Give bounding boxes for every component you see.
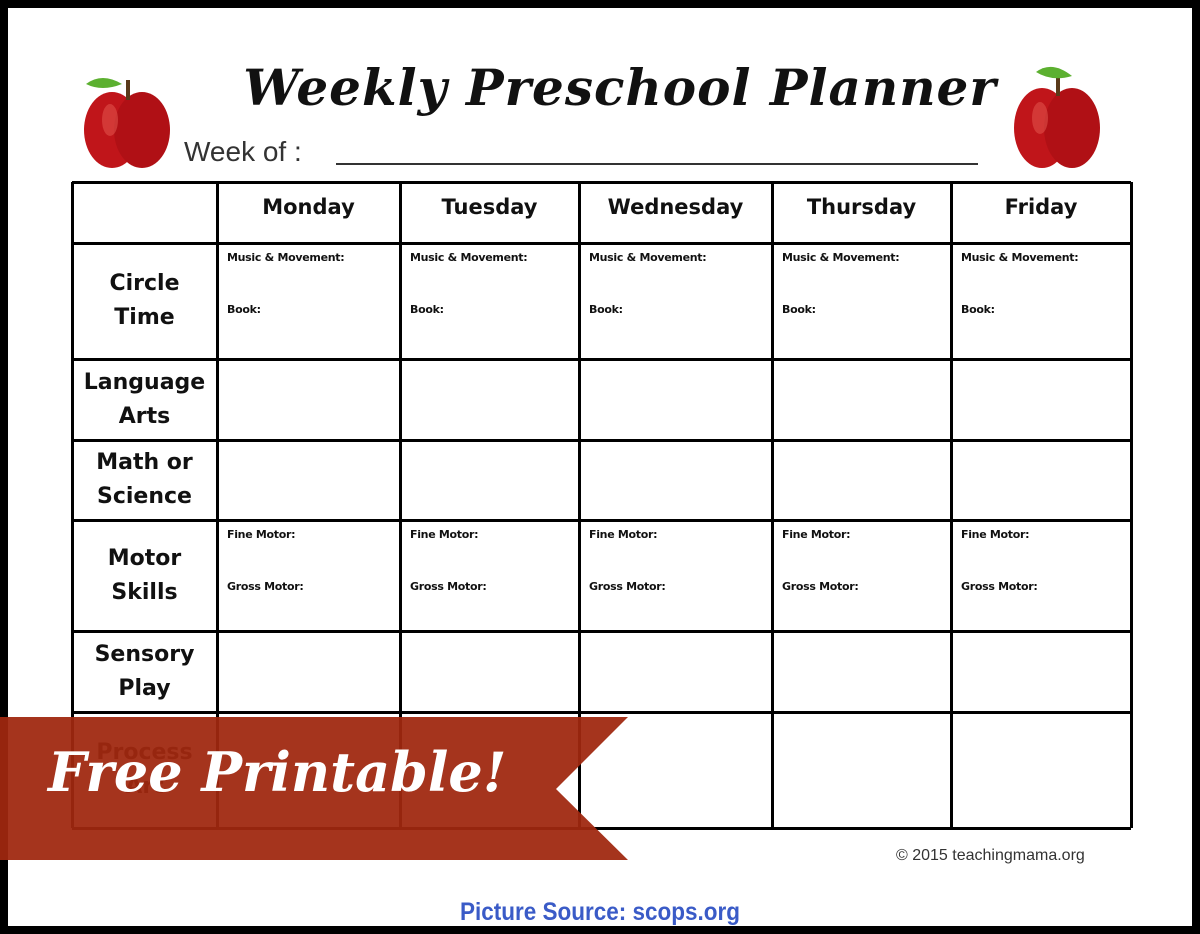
planner-cell[interactable] bbox=[951, 440, 1131, 520]
field-label: Gross Motor: bbox=[589, 580, 666, 593]
page-title: Weekly Preschool Planner bbox=[243, 58, 997, 117]
copyright: © 2015 teachingmama.org bbox=[896, 847, 1085, 864]
field-label: Book: bbox=[961, 303, 995, 316]
row-label: Motor Skills bbox=[107, 545, 182, 605]
field-label: Gross Motor: bbox=[227, 580, 304, 593]
field-label: Fine Motor: bbox=[410, 528, 479, 541]
planner-cell[interactable]: Music & Movement: Book: bbox=[772, 243, 951, 359]
week-of-label: Week of : bbox=[184, 136, 302, 167]
planner-cell[interactable] bbox=[772, 631, 951, 712]
banner-text: Free Printable! bbox=[48, 740, 507, 804]
planner-cell[interactable] bbox=[951, 631, 1131, 712]
planner-cell[interactable]: Fine Motor: Gross Motor: bbox=[217, 520, 400, 631]
planner-cell[interactable] bbox=[217, 631, 400, 712]
field-label: Book: bbox=[410, 303, 444, 316]
planner-cell[interactable]: Music & Movement: Book: bbox=[217, 243, 400, 359]
day-header: Friday bbox=[1004, 195, 1078, 219]
planner-cell[interactable] bbox=[400, 359, 579, 440]
field-label: Fine Motor: bbox=[961, 528, 1030, 541]
planner-cell[interactable]: Fine Motor: Gross Motor: bbox=[772, 520, 951, 631]
field-label: Book: bbox=[782, 303, 816, 316]
day-header: Tuesday bbox=[441, 195, 538, 219]
field-label: Music & Movement: bbox=[589, 251, 707, 264]
planner-cell[interactable]: Fine Motor: Gross Motor: bbox=[400, 520, 579, 631]
planner-cell[interactable] bbox=[579, 440, 772, 520]
planner-cell[interactable] bbox=[772, 712, 951, 828]
row-label: Language Arts bbox=[83, 369, 206, 429]
field-label: Fine Motor: bbox=[227, 528, 296, 541]
field-label: Gross Motor: bbox=[782, 580, 859, 593]
row-label: Sensory Play bbox=[94, 641, 195, 701]
day-header: Monday bbox=[262, 195, 355, 219]
day-header: Thursday bbox=[806, 195, 917, 219]
row-label: Circle Time bbox=[109, 271, 180, 330]
field-label: Fine Motor: bbox=[589, 528, 658, 541]
planner-cell[interactable] bbox=[217, 440, 400, 520]
field-label: Music & Movement: bbox=[961, 251, 1079, 264]
field-label: Fine Motor: bbox=[782, 528, 851, 541]
planner-cell[interactable] bbox=[400, 440, 579, 520]
picture-source: Picture Source: scops.org bbox=[459, 898, 741, 926]
week-of-line[interactable] bbox=[336, 163, 978, 165]
row-label: Math or Science bbox=[96, 450, 193, 509]
planner-cell[interactable]: Music & Movement: Book: bbox=[951, 243, 1131, 359]
field-label: Music & Movement: bbox=[782, 251, 900, 264]
planner-cell[interactable]: Fine Motor: Gross Motor: bbox=[951, 520, 1131, 631]
planner-cell[interactable] bbox=[579, 631, 772, 712]
planner-cell[interactable] bbox=[772, 359, 951, 440]
day-header: Wednesday bbox=[607, 195, 744, 219]
planner-cell[interactable] bbox=[217, 359, 400, 440]
planner-cell[interactable]: Music & Movement: Book: bbox=[579, 243, 772, 359]
planner-cell[interactable] bbox=[772, 440, 951, 520]
planner-cell[interactable]: Music & Movement: Book: bbox=[400, 243, 579, 359]
field-label: Music & Movement: bbox=[410, 251, 528, 264]
field-label: Gross Motor: bbox=[410, 580, 487, 593]
field-label: Gross Motor: bbox=[961, 580, 1038, 593]
planner-cell[interactable] bbox=[951, 359, 1131, 440]
planner-cell[interactable]: Fine Motor: Gross Motor: bbox=[579, 520, 772, 631]
planner-cell[interactable] bbox=[579, 359, 772, 440]
planner-cell[interactable] bbox=[400, 631, 579, 712]
field-label: Book: bbox=[589, 303, 623, 316]
planner-cell[interactable] bbox=[951, 712, 1131, 828]
field-label: Music & Movement: bbox=[227, 251, 345, 264]
field-label: Book: bbox=[227, 303, 261, 316]
